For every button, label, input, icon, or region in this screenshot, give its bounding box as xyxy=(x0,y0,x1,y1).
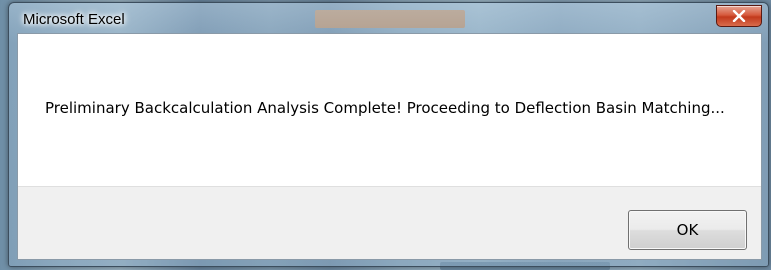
dialog-message: Preliminary Backcalculation Analysis Com… xyxy=(45,99,725,117)
dialog-content: Preliminary Backcalculation Analysis Com… xyxy=(17,33,762,260)
dialog-title: Microsoft Excel xyxy=(23,11,125,28)
title-bar[interactable]: Microsoft Excel xyxy=(9,3,768,33)
ok-button[interactable]: OK xyxy=(628,210,747,250)
dialog-window: Microsoft Excel Preliminary Backcalculat… xyxy=(8,2,769,267)
close-button[interactable] xyxy=(716,5,762,27)
close-icon xyxy=(732,10,746,22)
dialog-footer: OK xyxy=(18,186,761,259)
